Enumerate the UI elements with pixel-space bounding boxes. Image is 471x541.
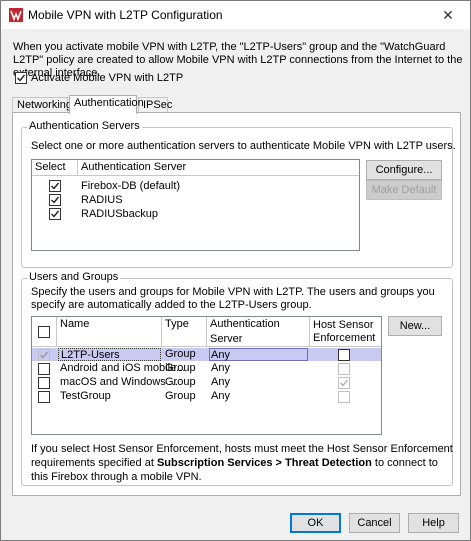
col-name: Name bbox=[57, 317, 162, 347]
watchguard-logo-icon bbox=[9, 8, 23, 22]
tab-authentication-label: Authentication bbox=[74, 97, 144, 109]
tab-authentication[interactable]: Authentication bbox=[69, 95, 144, 114]
col-type: Type bbox=[162, 317, 207, 347]
window-title: Mobile VPN with L2TP Configuration bbox=[28, 8, 223, 22]
users-groups-legend: Users and Groups bbox=[27, 271, 121, 283]
row-server[interactable]: Any bbox=[209, 348, 308, 361]
col-host-sensor-line1: Host Sensor bbox=[313, 319, 374, 331]
auth-row-checkbox[interactable] bbox=[49, 194, 61, 206]
tab-networking[interactable]: Networking bbox=[12, 97, 72, 113]
note-menu-path: Subscription Services > Threat Detection bbox=[156, 457, 372, 469]
row-hse-checkbox[interactable] bbox=[338, 349, 350, 361]
new-button[interactable]: New... bbox=[388, 316, 442, 336]
auth-servers-legend: Authentication Servers bbox=[27, 120, 142, 132]
auth-servers-table: Select Authentication Server Firebox-DB … bbox=[31, 159, 360, 251]
tab-ipsec-label: IPSec bbox=[143, 99, 173, 111]
row-server: Any bbox=[211, 390, 230, 402]
title-bar: Mobile VPN with L2TP Configuration ✕ bbox=[1, 1, 470, 29]
row-checkbox[interactable] bbox=[38, 349, 50, 361]
auth-row-name: RADIUS bbox=[81, 194, 123, 206]
cancel-button[interactable]: Cancel bbox=[349, 513, 400, 533]
row-type: Group bbox=[165, 362, 196, 374]
col-auth-server: Authentication Server bbox=[78, 160, 359, 176]
row-name: TestGroup bbox=[60, 390, 111, 402]
make-default-button[interactable]: Make Default bbox=[366, 180, 442, 200]
auth-row-name: Firebox-DB (default) bbox=[81, 180, 181, 192]
auth-row-name: RADIUSbackup bbox=[81, 208, 159, 220]
row-checkbox[interactable] bbox=[38, 391, 50, 403]
row-checkbox[interactable] bbox=[38, 377, 50, 389]
row-hse-checkbox[interactable] bbox=[338, 377, 350, 389]
select-all-checkbox[interactable] bbox=[38, 326, 50, 338]
row-name: L2TP-Users bbox=[58, 348, 161, 361]
users-groups-description: Specify the users and groups for Mobile … bbox=[31, 286, 435, 311]
col-host-sensor: Host Sensor Enforcement bbox=[310, 317, 381, 347]
users-groups-table: Name Type Authentication Server Host Sen… bbox=[31, 316, 382, 435]
col-check-all bbox=[32, 317, 57, 347]
row-hse-checkbox[interactable] bbox=[338, 391, 350, 403]
col-host-sensor-line2: Enforcement bbox=[313, 332, 376, 344]
auth-row-checkbox[interactable] bbox=[49, 180, 61, 192]
authentication-panel: Authentication Servers Select one or mor… bbox=[12, 112, 461, 496]
auth-row-checkbox[interactable] bbox=[49, 208, 61, 220]
auth-servers-description: Select one or more authentication server… bbox=[31, 140, 456, 152]
help-button[interactable]: Help bbox=[408, 513, 459, 533]
row-server: Any bbox=[211, 362, 230, 374]
col-auth-server: Authentication Server bbox=[207, 317, 310, 347]
dialog-window: Mobile VPN with L2TP Configuration ✕ Whe… bbox=[0, 0, 471, 541]
close-button[interactable]: ✕ bbox=[426, 1, 470, 29]
col-select: Select bbox=[32, 160, 78, 176]
row-hse-checkbox[interactable] bbox=[338, 363, 350, 375]
row-type: Group bbox=[165, 376, 196, 388]
row-type: Group bbox=[165, 390, 196, 402]
activate-label: Activate Mobile VPN with L2TP bbox=[31, 72, 184, 84]
row-checkbox[interactable] bbox=[38, 363, 50, 375]
activate-checkbox[interactable] bbox=[15, 72, 27, 84]
configure-button[interactable]: Configure... bbox=[366, 160, 442, 180]
host-sensor-note: If you select Host Sensor Enforcement, h… bbox=[31, 442, 455, 484]
row-name: macOS and Windows ... bbox=[60, 376, 178, 388]
tab-networking-label: Networking bbox=[17, 99, 73, 111]
row-server: Any bbox=[211, 376, 230, 388]
ok-button[interactable]: OK bbox=[290, 513, 341, 533]
row-type: Group bbox=[165, 348, 196, 360]
